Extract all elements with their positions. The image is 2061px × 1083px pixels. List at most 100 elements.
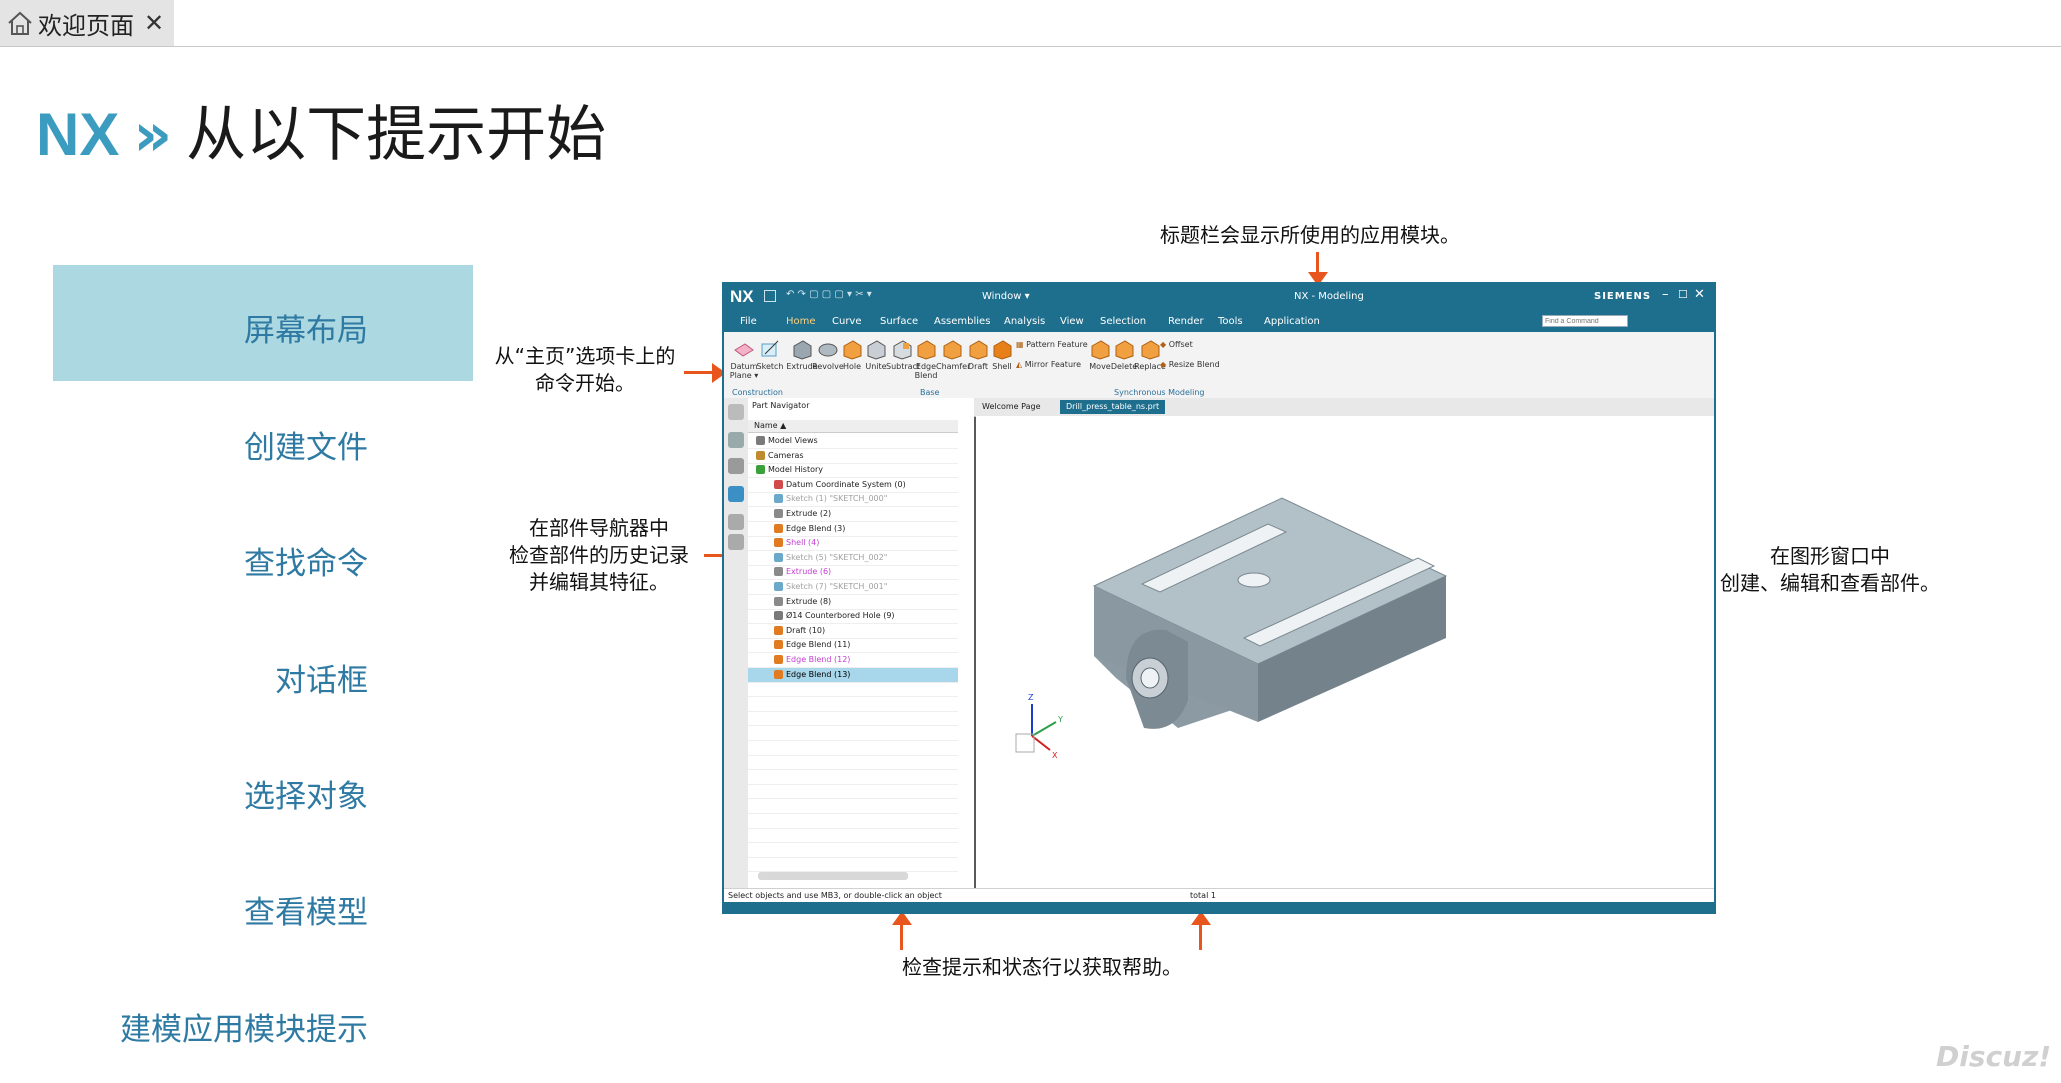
navigator-row-empty	[748, 828, 958, 844]
part-navigator-icon[interactable]	[728, 486, 744, 502]
navigator-row[interactable]: Draft (10)	[774, 624, 825, 638]
horizontal-scrollbar[interactable]	[758, 872, 908, 880]
navigator-row[interactable]: Extrude (2)	[774, 507, 831, 521]
navigator-row[interactable]: Cameras	[756, 449, 804, 463]
callout-graphics-line2: 创建、编辑和查看部件。	[1720, 571, 1940, 595]
constraint-navigator-icon[interactable]	[728, 458, 744, 474]
group-construction-label: Construction	[732, 388, 783, 397]
command-finder-input[interactable]	[1542, 315, 1628, 327]
navigator-row-empty	[748, 814, 958, 829]
shell-label: Shell	[992, 362, 1012, 371]
feature-icon	[774, 640, 783, 650]
arrow-status-left	[900, 924, 903, 950]
mirror-feature-button[interactable]: ◭ Mirror Feature	[1016, 360, 1081, 369]
navigator-row-empty	[748, 697, 958, 712]
navigator-row-label: Edge Blend (13)	[786, 669, 851, 679]
status-prompt: Select objects and use MB3, or double-cl…	[728, 891, 942, 900]
menu-surface[interactable]: Surface	[880, 316, 918, 327]
assembly-navigator-icon[interactable]	[728, 432, 744, 448]
replace-icon	[1139, 338, 1161, 360]
status-bar: Select objects and use MB3, or double-cl…	[724, 888, 1714, 903]
nav-item-modeling-tips[interactable]: 建模应用模块提示	[0, 1004, 368, 1049]
navigator-row[interactable]: Edge Blend (12)	[774, 653, 850, 667]
watermark: Discuz!	[1936, 1040, 2052, 1073]
column-name[interactable]: Name ▲	[754, 421, 786, 430]
navigator-row-empty	[748, 799, 958, 814]
resize-blend-button[interactable]: ◆ Resize Blend	[1160, 360, 1220, 369]
menu-selection[interactable]: Selection	[1100, 316, 1146, 327]
graphics-window[interactable]: Z Y X	[976, 416, 1714, 888]
navigator-row[interactable]: Model Views	[756, 434, 818, 448]
navigator-row[interactable]: Sketch (1) "SKETCH_000"	[774, 492, 887, 506]
window-menu[interactable]: Window ▾	[982, 291, 1030, 302]
callout-navigator: 在部件导航器中 检查部件的历史记录 并编辑其特征。	[492, 515, 706, 596]
maximize-icon[interactable]: ☐	[1678, 288, 1688, 301]
feature-icon	[774, 625, 783, 635]
nav-item-find-command[interactable]: 查找命令	[0, 538, 368, 583]
navigator-row[interactable]: Ø14 Counterbored Hole (9)	[774, 609, 895, 623]
minimize-icon[interactable]: –	[1662, 287, 1669, 302]
close-window-icon[interactable]: ✕	[1694, 287, 1705, 302]
menu-home[interactable]: Home	[786, 316, 816, 327]
menu-analysis[interactable]: Analysis	[1004, 316, 1045, 327]
nav-item-view-model[interactable]: 查看模型	[0, 887, 368, 932]
navigator-row-label: Extrude (2)	[786, 509, 832, 518]
gear-icon[interactable]	[728, 404, 744, 420]
history-icon[interactable]	[728, 514, 744, 530]
navigator-row-label: Edge Blend (3)	[786, 523, 846, 533]
reuse-library-icon[interactable]	[728, 534, 744, 550]
offset-label: Offset	[1168, 340, 1193, 349]
menu-application[interactable]: Application	[1264, 316, 1320, 327]
shell-button[interactable]: Shell	[986, 334, 1018, 371]
navigator-row[interactable]: Edge Blend (13)	[774, 668, 850, 682]
group-sync-label: Synchronous Modeling	[1114, 388, 1205, 397]
offset-button[interactable]: ◆ Offset	[1160, 340, 1193, 349]
menu-tools[interactable]: Tools	[1218, 316, 1243, 327]
menu-view[interactable]: View	[1060, 316, 1084, 327]
feature-icon	[756, 450, 765, 460]
navigator-row-empty	[748, 741, 958, 756]
navigator-row[interactable]: Edge Blend (3)	[774, 522, 845, 536]
navigator-row[interactable]: Extrude (8)	[774, 595, 831, 609]
navigator-row[interactable]: Sketch (7) "SKETCH_001"	[774, 580, 887, 594]
resize-blend-icon: ◆	[1160, 360, 1169, 369]
tab-welcome-page[interactable]: Welcome Page	[976, 400, 1047, 414]
navigator-row-label: Draft (10)	[786, 625, 826, 635]
navigator-row-label: Sketch (1) "SKETCH_000"	[786, 494, 888, 504]
sketch-button[interactable]: Sketch	[754, 334, 786, 371]
feature-icon	[774, 479, 783, 489]
menu-curve[interactable]: Curve	[832, 316, 862, 327]
menu-render[interactable]: Render	[1168, 316, 1204, 327]
nav-item-create-file[interactable]: 创建文件	[0, 422, 368, 467]
siemens-brand: SIEMENS	[1594, 291, 1652, 302]
navigator-row[interactable]: Datum Coordinate System (0)	[774, 478, 906, 492]
pattern-feature-button[interactable]: ▦ Pattern Feature	[1016, 340, 1088, 349]
navigator-row[interactable]: Edge Blend (11)	[774, 638, 850, 652]
axis-y-label: Y	[1057, 715, 1063, 724]
close-icon[interactable]: ✕	[144, 9, 164, 37]
menu-file[interactable]: File	[740, 316, 757, 327]
nav-item-dialog[interactable]: 对话框	[0, 655, 368, 700]
triad-icon: Z Y X	[1015, 693, 1063, 760]
navigator-row[interactable]: Model History	[756, 463, 823, 477]
mirror-feature-icon: ◭	[1016, 360, 1025, 369]
callout-home-line1: 从“主页”选项卡上的	[494, 344, 676, 368]
feature-icon	[774, 538, 783, 548]
resource-bar	[724, 398, 749, 888]
nx-window-title: NX - Modeling	[1294, 291, 1364, 302]
offset-icon: ◆	[1160, 340, 1169, 349]
feature-icon	[774, 509, 783, 518]
undo-icon[interactable]: ↶ ↷ ▢ ▢ ▢ ▾ ✂ ▾	[786, 289, 872, 300]
save-icon[interactable]	[764, 290, 776, 302]
part-model: Z Y X	[1015, 497, 1448, 760]
callout-home: 从“主页”选项卡上的 命令开始。	[475, 343, 695, 397]
navigator-row[interactable]: Sketch (5) "SKETCH_002"	[774, 551, 887, 565]
navigator-row[interactable]: Shell (4)	[774, 536, 819, 550]
nav-item-screen-layout[interactable]: 屏幕布局	[0, 305, 368, 350]
pattern-feature-icon: ▦	[1016, 340, 1027, 349]
tab-drill-press[interactable]: Drill_press_table_ns.prt	[1060, 400, 1166, 414]
nav-item-select-objects[interactable]: 选择对象	[0, 771, 368, 816]
menu-assemblies[interactable]: Assemblies	[934, 316, 990, 327]
tab-welcome[interactable]: 欢迎页面 ✕	[0, 0, 174, 46]
navigator-row[interactable]: Extrude (6)	[774, 565, 831, 579]
